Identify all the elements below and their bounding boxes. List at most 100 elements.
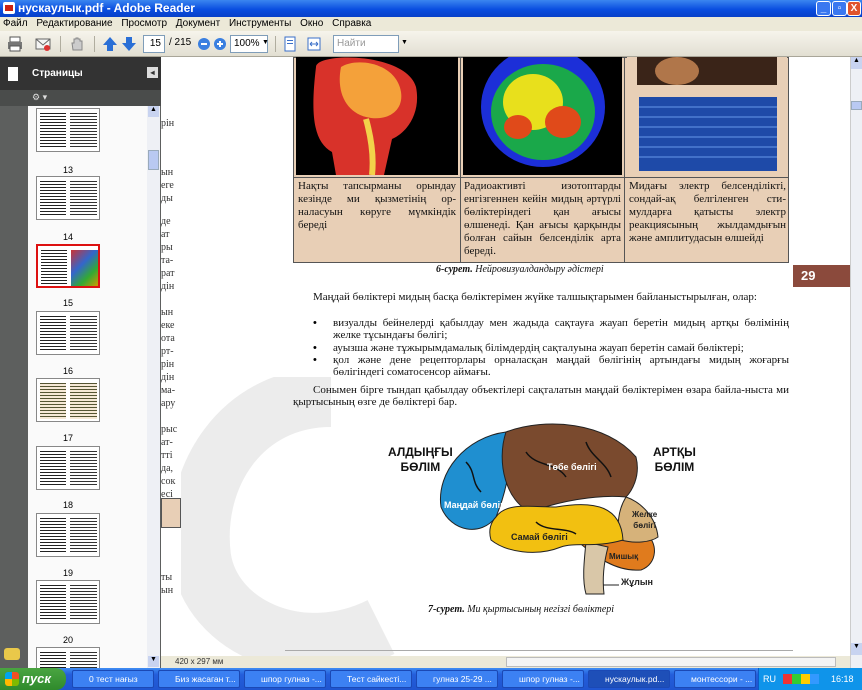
- title-bar: нускаулык.pdf - Adobe Reader _ ▫ X: [0, 0, 862, 17]
- text-fragment: тті: [161, 450, 173, 461]
- taskbar-item[interactable]: 0 тест нағыз: [72, 670, 154, 688]
- adobe-reader-icon: [3, 2, 15, 14]
- scroll-thumb[interactable]: [851, 101, 862, 110]
- taskbar-item[interactable]: гулназ 25-29 ...: [416, 670, 498, 688]
- table-divider: [624, 57, 625, 263]
- page-thumbnail[interactable]: [36, 513, 100, 557]
- bullet-icon: •: [313, 353, 317, 366]
- table-cell-pet: Радиоактивті изотоптарды енгізгеннен кей…: [464, 180, 621, 257]
- close-button[interactable]: X: [847, 1, 861, 16]
- chevron-down-icon[interactable]: ▼: [401, 35, 408, 53]
- scroll-up-icon[interactable]: ▲: [148, 106, 159, 117]
- next-page-icon[interactable]: [121, 35, 137, 53]
- text-fragment: да,: [161, 463, 174, 474]
- table-divider: [293, 177, 789, 178]
- text-fragment: еге: [161, 180, 174, 191]
- language-indicator[interactable]: RU: [763, 668, 776, 690]
- chevron-down-icon[interactable]: ▼: [262, 35, 269, 53]
- left-page-edge: рiн ын еге ды де ат ры та- рат дiн ын ек…: [161, 57, 181, 657]
- text-fragment: ты: [161, 572, 173, 583]
- list-item: • ауызша және тұжырымдамалық білімдердің …: [293, 342, 789, 354]
- email-icon[interactable]: [34, 35, 52, 53]
- figure-6-label: 6-сурет.: [436, 264, 473, 275]
- toolbar: 15 / 215 100% ▼ Найти ▼: [0, 31, 862, 57]
- text-fragment: дiн: [161, 372, 175, 383]
- menu-tools[interactable]: Инструменты: [226, 17, 294, 30]
- collapse-panel-button[interactable]: ◂: [147, 67, 158, 78]
- find-input[interactable]: Найти: [333, 35, 399, 53]
- text-fragment: ын: [161, 585, 174, 596]
- menu-file[interactable]: Файл: [0, 17, 31, 30]
- bullet-icon: •: [313, 317, 317, 329]
- zoom-in-icon[interactable]: [213, 35, 227, 53]
- taskbar-item[interactable]: шпор гулназ -...: [244, 670, 326, 688]
- pages-panel: Страницы ◂ ⚙ ▾ 13 14 15 16 17 18 19 20 ▲…: [0, 57, 161, 668]
- window-title: нускаулык.pdf - Adobe Reader: [18, 1, 195, 15]
- taskbar-item[interactable]: Тест сайкестi...: [330, 670, 412, 688]
- page-thumbnail[interactable]: [36, 580, 100, 624]
- text-fragment: сок: [161, 476, 176, 487]
- taskbar-item[interactable]: шпор гулназ -...: [502, 670, 584, 688]
- document-page: Нақты тапсырманы орындау кезінде ми қызм…: [181, 57, 850, 656]
- scroll-down-icon[interactable]: ▼: [148, 656, 159, 667]
- text-fragment: ота: [161, 333, 175, 344]
- page-label: 18: [62, 500, 73, 510]
- pages-icon[interactable]: [6, 66, 20, 82]
- temporal-lobe-label: Самай бөлігі: [511, 532, 568, 542]
- separator: [60, 36, 61, 52]
- options-menu[interactable]: ⚙ ▾: [32, 92, 47, 103]
- taskbar-item[interactable]: монтессори - ...: [674, 670, 756, 688]
- figure-7-caption: 7-сурет. Ми қыртысының негізгі бөліктері: [428, 604, 614, 615]
- previous-page-icon[interactable]: [102, 35, 118, 53]
- tray-icons[interactable]: [783, 674, 819, 684]
- menu-window[interactable]: Окно: [297, 17, 326, 30]
- table-divider: [460, 57, 461, 263]
- page-label: 14: [62, 232, 73, 242]
- occipital-lobe-label-line2: бөлігі: [633, 521, 656, 530]
- horizontal-scrollbar[interactable]: [506, 657, 836, 667]
- menu-help[interactable]: Справка: [329, 17, 374, 30]
- page-thumbnail[interactable]: [36, 108, 100, 152]
- fit-page-icon[interactable]: [282, 35, 298, 53]
- zoom-out-icon[interactable]: [197, 35, 211, 53]
- document-scrollbar[interactable]: ▲ ▼: [850, 57, 862, 668]
- page-thumbnail[interactable]: [36, 311, 100, 355]
- start-button[interactable]: пуск: [0, 668, 66, 690]
- windows-logo-icon: [5, 672, 19, 686]
- thumbnails-scrollbar[interactable]: ▲ ▼: [147, 106, 160, 668]
- taskbar-item[interactable]: Биз жасаган т...: [158, 670, 240, 688]
- page-thumbnail[interactable]: [36, 176, 100, 220]
- taskbar-item-active[interactable]: нускаулык.pd...: [588, 670, 670, 688]
- hand-tool-icon[interactable]: [68, 35, 86, 53]
- page-label: 17: [62, 433, 73, 443]
- text-fragment: ма-: [161, 385, 176, 396]
- page-number-input[interactable]: 15: [143, 35, 165, 53]
- occipital-lobe-label-line1: Желке: [632, 510, 658, 519]
- text-fragment: дiн: [161, 281, 175, 292]
- page-size-label: 420 x 297 мм: [175, 657, 224, 666]
- maximize-button[interactable]: ▫: [832, 1, 847, 16]
- text-fragment: та-: [161, 255, 174, 266]
- page-thumbnail[interactable]: [36, 446, 100, 490]
- page-number-tab: 29: [793, 265, 850, 287]
- page-thumbnail[interactable]: [36, 378, 100, 422]
- separator: [275, 36, 276, 52]
- page-label: 20: [62, 635, 73, 645]
- minimize-button[interactable]: _: [816, 1, 831, 16]
- fit-width-icon[interactable]: [306, 35, 322, 53]
- menu-document[interactable]: Документ: [173, 17, 223, 30]
- print-icon[interactable]: [6, 35, 24, 53]
- comments-icon[interactable]: [4, 648, 20, 660]
- page-thumbnail[interactable]: [36, 647, 100, 668]
- scroll-down-icon[interactable]: ▼: [851, 643, 862, 655]
- pet-scan-image: [463, 57, 622, 175]
- menu-view[interactable]: Просмотр: [118, 17, 170, 30]
- menu-edit[interactable]: Редактирование: [33, 17, 115, 30]
- list-item: • визуалды бейнелерді қабылдау мен жадыда…: [293, 317, 789, 342]
- mri-head-image: [296, 57, 458, 175]
- scroll-thumb[interactable]: [148, 150, 159, 170]
- table-cell-eeg: Мидағы электр белсенділікті, сондай-ақ б…: [629, 180, 786, 244]
- page-thumbnail-selected[interactable]: [36, 244, 100, 288]
- scroll-up-icon[interactable]: ▲: [851, 57, 862, 69]
- pointer-line: [603, 584, 619, 586]
